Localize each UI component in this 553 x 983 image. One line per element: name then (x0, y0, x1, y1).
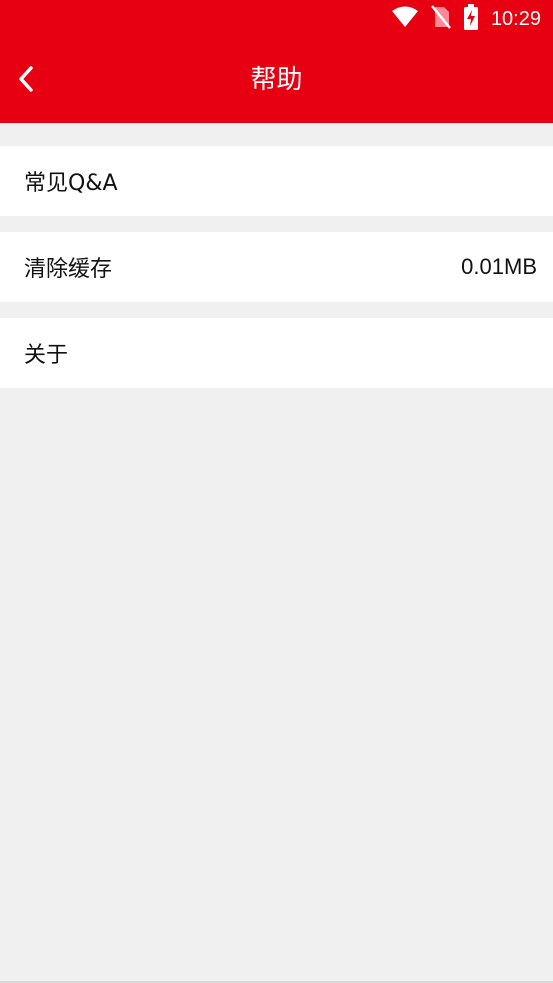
cache-size-value: 0.01MB (461, 254, 537, 279)
status-time: 10:29 (490, 8, 541, 30)
menu-item-label: 清除缓存 (24, 257, 113, 282)
no-sim-icon (430, 5, 451, 33)
settings-list: 常见Q&A 清除缓存 0.01MB 关于 (0, 146, 553, 404)
menu-item-label: 常见Q&A (24, 171, 118, 196)
status-icons: 10:29 (391, 4, 541, 34)
menu-item-about[interactable]: 关于 (0, 318, 553, 388)
toolbar: 帮助 (0, 42, 553, 120)
menu-item-clear-cache[interactable]: 清除缓存 0.01MB (0, 232, 553, 302)
status-bar: 10:29 (0, 0, 553, 38)
menu-item-label: 关于 (24, 343, 69, 368)
page-title: 帮助 (250, 65, 303, 95)
app-header: 10:29 帮助 (0, 0, 553, 123)
battery-charging-icon (463, 4, 479, 34)
menu-item-qa[interactable]: 常见Q&A (0, 146, 553, 216)
wifi-icon (391, 6, 419, 32)
